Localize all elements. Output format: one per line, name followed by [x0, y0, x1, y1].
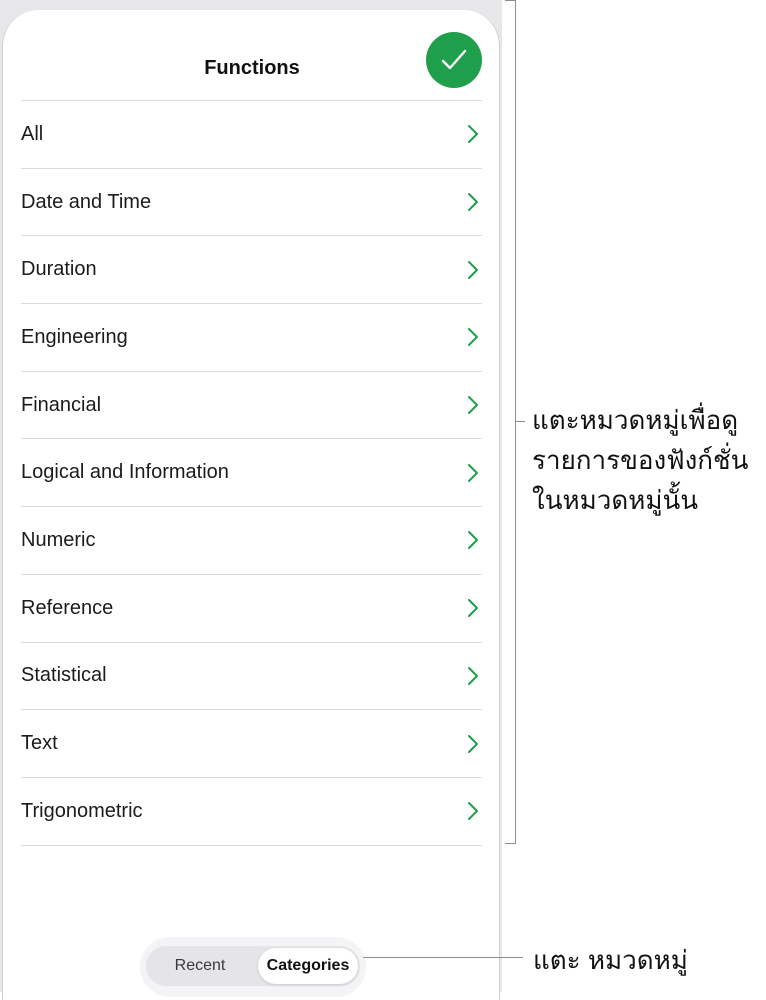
category-row[interactable]: Date and Time	[21, 169, 482, 237]
category-list-callout: แตะหมวดหมู่เพื่อดูรายการของฟังก์ชั่นในหม…	[532, 405, 749, 515]
callout-bracket	[505, 0, 516, 844]
category-list: All Date and Time Duration Engineering Finan…	[21, 100, 482, 846]
segment-recent[interactable]: Recent	[146, 946, 254, 986]
category-label: Statistical	[21, 664, 107, 687]
chevron-right-icon	[468, 193, 478, 212]
chevron-right-icon	[468, 734, 478, 753]
category-label: Logical and Information	[21, 461, 229, 484]
category-row[interactable]: All	[21, 101, 482, 169]
chevron-right-icon	[468, 531, 478, 550]
chevron-right-icon	[468, 802, 478, 821]
chevron-right-icon	[468, 463, 478, 482]
category-row[interactable]: Duration	[21, 236, 482, 305]
category-row[interactable]: Numeric	[21, 507, 482, 575]
category-label: Date and Time	[21, 190, 152, 213]
chevron-right-icon	[468, 125, 478, 144]
category-row[interactable]: Text	[21, 710, 482, 778]
segment-callout-line	[363, 957, 523, 958]
done-button[interactable]	[426, 32, 482, 88]
segment-categories[interactable]: Categories	[258, 948, 358, 984]
category-row[interactable]: Financial	[21, 372, 482, 440]
checkmark-icon	[441, 49, 467, 70]
segmented-track: Recent Categories	[146, 946, 360, 986]
category-label: Trigonometric	[21, 799, 143, 822]
functions-panel: Functions All Date and Time Duration Engine…	[2, 10, 500, 1000]
segment-callout: แตะ หมวดหมู่	[533, 945, 688, 975]
chevron-right-icon	[468, 666, 478, 685]
callout-bracket-tick	[515, 421, 525, 422]
category-label: Reference	[21, 596, 114, 619]
category-label: Financial	[21, 393, 102, 416]
chevron-right-icon	[468, 396, 478, 415]
category-label: Duration	[21, 258, 97, 281]
category-label: All	[21, 122, 44, 145]
category-label: Text	[21, 732, 58, 755]
chevron-right-icon	[468, 260, 478, 279]
category-row[interactable]: Engineering	[21, 304, 482, 372]
category-label: Numeric	[21, 528, 96, 551]
category-row[interactable]: Statistical	[21, 643, 482, 711]
chevron-right-icon	[468, 328, 478, 347]
category-row[interactable]: Logical and Information	[21, 439, 482, 508]
category-row[interactable]: Reference	[21, 575, 482, 643]
chevron-right-icon	[468, 599, 478, 618]
category-label: Engineering	[21, 325, 128, 348]
segmented-control: Recent Categories	[140, 937, 366, 997]
category-row[interactable]: Trigonometric	[21, 778, 482, 846]
